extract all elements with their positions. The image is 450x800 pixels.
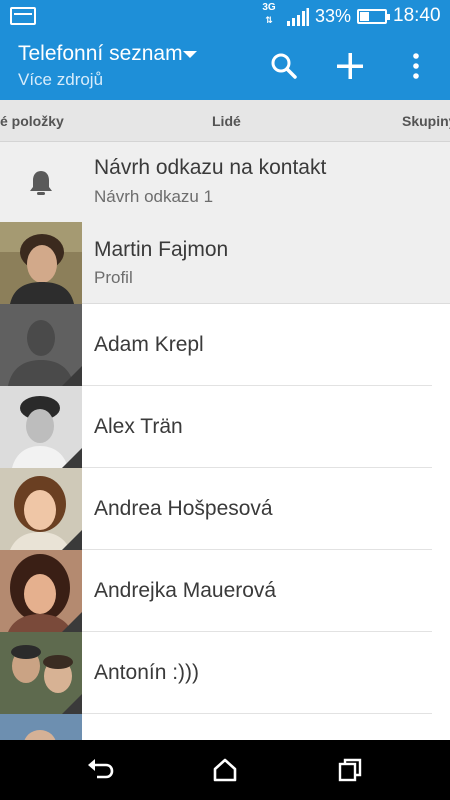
list-item[interactable]: Andrea Hošpesová: [0, 468, 450, 550]
overflow-menu-icon: [413, 53, 419, 79]
link-suggestion-row[interactable]: Návrh odkazu na kontakt Návrh odkazu 1: [0, 142, 450, 222]
profile-row[interactable]: Martin Fajmon Profil: [0, 222, 450, 304]
recent-apps-icon[interactable]: [335, 755, 365, 785]
corner-badge: [62, 612, 82, 632]
contact-list: Návrh odkazu na kontakt Návrh odkazu 1 M…: [0, 142, 450, 740]
contact-name: Alex Trän: [94, 415, 183, 438]
notification-icon: [10, 7, 36, 25]
home-icon[interactable]: [210, 755, 240, 785]
data-arrows-icon: ⇅: [265, 15, 273, 25]
network-indicator: 3G ⇅: [258, 2, 280, 30]
overflow-menu-button[interactable]: [396, 46, 436, 86]
avatar: [0, 468, 82, 550]
list-item[interactable]: Antonín :))): [0, 632, 450, 714]
profile-subtitle: Profil: [94, 268, 133, 287]
default-avatar: [0, 304, 82, 386]
profile-name: Martin Fajmon: [94, 238, 229, 261]
list-item[interactable]: Alex Trän: [0, 386, 450, 468]
phone-screen: 3G ⇅ 33% 18:40 Telefonní seznam Více zdr…: [0, 0, 450, 800]
suggestion-title: Návrh odkazu na kontakt: [94, 156, 327, 179]
avatar: [0, 550, 82, 632]
bell-icon: [30, 171, 52, 195]
suggestion-subtitle: Návrh odkazu 1: [94, 187, 214, 206]
list-item[interactable]: Andrejka Mauerová: [0, 550, 450, 632]
tab-people[interactable]: Lidé: [212, 100, 241, 141]
navigation-bar: [0, 740, 450, 800]
status-bar: 3G ⇅ 33% 18:40: [0, 0, 450, 32]
battery-icon: [357, 9, 390, 24]
add-icon: [337, 53, 363, 79]
tab-favorites[interactable]: é položky: [0, 100, 64, 141]
list-item[interactable]: Adam Krepl: [0, 304, 450, 386]
avatar: [0, 632, 82, 714]
network-type: 3G: [262, 2, 276, 13]
avatar: [0, 714, 82, 740]
signal-icon: [287, 8, 309, 26]
list-item[interactable]: [0, 714, 450, 740]
add-contact-button[interactable]: [330, 46, 370, 86]
avatar: [0, 386, 82, 468]
corner-badge: [62, 530, 82, 550]
dropdown-caret-icon[interactable]: [183, 51, 197, 58]
app-subtitle: Více zdrojů: [18, 70, 104, 89]
clock: 18:40: [393, 5, 441, 26]
search-icon: [271, 53, 297, 79]
tab-bar: é položky Lidé Skupiny: [0, 100, 450, 142]
contact-name: Antonín :))): [94, 661, 200, 684]
app-title[interactable]: Telefonní seznam: [18, 41, 183, 67]
avatar: [0, 222, 82, 304]
battery-percent: 33%: [315, 6, 352, 26]
contact-name: Andrea Hošpesová: [94, 497, 273, 520]
corner-badge: [62, 448, 82, 468]
app-bar: Telefonní seznam Více zdrojů: [0, 32, 450, 100]
back-icon[interactable]: [85, 755, 115, 785]
search-button[interactable]: [264, 46, 304, 86]
tab-groups[interactable]: Skupiny: [402, 100, 450, 141]
corner-badge: [62, 366, 82, 386]
corner-badge: [62, 694, 82, 714]
contact-name: Andrejka Mauerová: [94, 579, 277, 602]
contact-name: Adam Krepl: [94, 333, 204, 356]
battery-level: [360, 12, 369, 21]
